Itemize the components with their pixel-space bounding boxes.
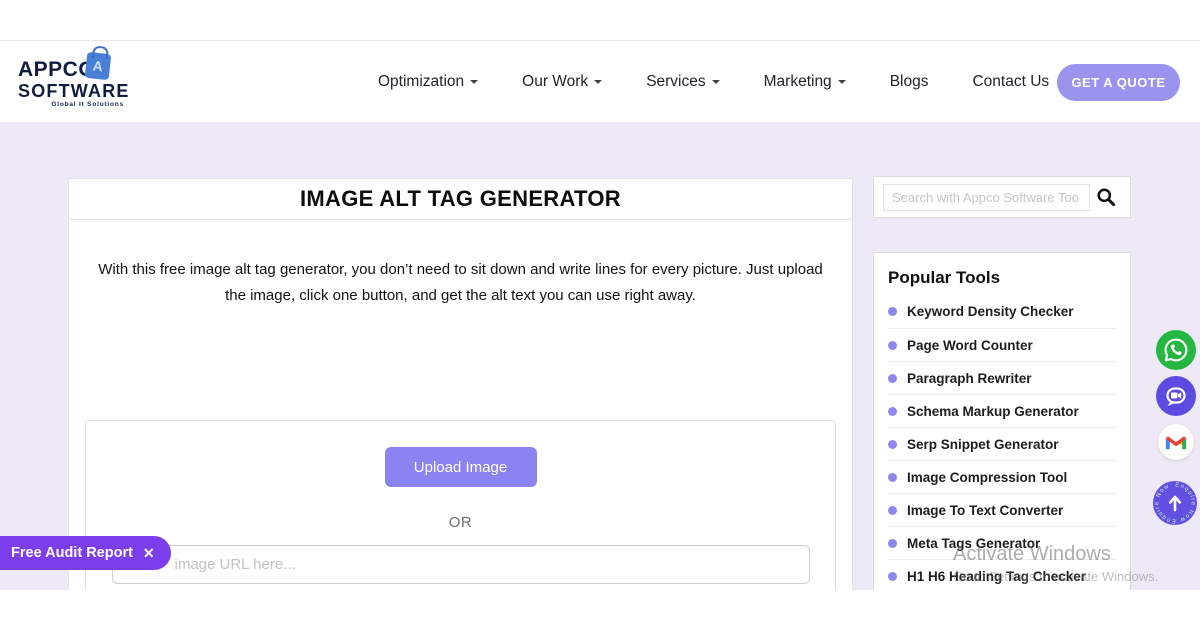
logo-appco-text: APPCO [18,58,95,81]
chevron-down-icon [712,80,720,84]
browser-chrome-strip [0,0,1200,41]
nav-item-blogs[interactable]: Blogs [890,73,929,91]
tool-search-card [873,176,1131,218]
enquire-now-icon: Enquire Now Enquire Now [1153,481,1197,525]
popular-tools-list: Keyword Density Checker Page Word Counte… [888,295,1116,590]
bag-letter: A [92,55,105,78]
page-title: IMAGE ALT TAG GENERATOR [69,179,852,220]
gmail-icon [1165,434,1187,451]
popular-tools-title: Popular Tools [888,268,1116,288]
nav-item-contact-us[interactable]: Contact Us [972,73,1049,91]
tool-link-h1-h6-heading-tag-checker[interactable]: H1 H6 Heading Tag Checker [888,559,1116,590]
tool-link-page-word-counter[interactable]: Page Word Counter [888,328,1116,361]
appco-logo[interactable]: APPCO A SOFTWARE Global It Solutions [18,59,128,108]
or-separator: OR [86,514,835,531]
search-input[interactable] [883,184,1090,211]
page: APPCO A SOFTWARE Global It Solutions Opt… [0,0,1200,628]
logo-line1: APPCO A [18,59,128,81]
search-button[interactable] [1090,182,1122,212]
nav-item-services[interactable]: Services [646,73,719,91]
tool-description: With this free image alt tag generator, … [93,257,829,309]
enquire-now-scroll-top-button[interactable]: Enquire Now Enquire Now [1153,481,1197,530]
chevron-down-icon [470,80,478,84]
bullet-dot-icon [888,341,897,350]
logo-tagline: Global It Solutions [18,101,128,108]
gmail-button[interactable] [1158,424,1194,460]
upload-image-button[interactable]: Upload Image [385,447,537,487]
free-audit-report-label: Free Audit Report [11,545,133,561]
bullet-dot-icon [888,572,897,581]
bullet-dot-icon [888,407,897,416]
alt-tag-generator-card: IMAGE ALT TAG GENERATOR With this free i… [68,178,853,590]
bullet-dot-icon [888,307,897,316]
chevron-down-icon [838,80,846,84]
logo-software-text: SOFTWARE [18,81,128,101]
tool-link-keyword-density-checker[interactable]: Keyword Density Checker [888,295,1116,328]
tool-link-meta-tags-generator[interactable]: Meta Tags Generator [888,526,1116,559]
shopping-bag-icon: A [85,52,112,80]
chevron-down-icon [594,80,602,84]
image-url-input[interactable] [112,545,810,584]
tool-link-image-to-text-converter[interactable]: Image To Text Converter [888,493,1116,526]
free-audit-report-badge[interactable]: Free Audit Report ✕ [0,536,171,570]
whatsapp-icon [1156,330,1196,370]
tool-link-schema-markup-generator[interactable]: Schema Markup Generator [888,394,1116,427]
site-header: APPCO A SOFTWARE Global It Solutions Opt… [0,42,1200,122]
whatsapp-button[interactable] [1156,330,1196,375]
close-icon[interactable]: ✕ [143,545,155,562]
tool-link-serp-snippet-generator[interactable]: Serp Snippet Generator [888,427,1116,460]
tool-link-paragraph-rewriter[interactable]: Paragraph Rewriter [888,361,1116,394]
hero-section: IMAGE ALT TAG GENERATOR With this free i… [0,122,1200,590]
popular-tools-card: Popular Tools Keyword Density Checker Pa… [873,252,1131,590]
bullet-dot-icon [888,473,897,482]
main-nav: Optimization Our Work Services Marketing… [378,42,1049,122]
bullet-dot-icon [888,440,897,449]
bullet-dot-icon [888,374,897,383]
get-a-quote-button[interactable]: GET A QUOTE [1057,64,1180,101]
nav-item-optimization[interactable]: Optimization [378,73,478,91]
video-chat-icon [1156,376,1196,416]
upload-dropzone[interactable]: Upload Image OR [85,420,836,590]
tool-link-image-compression-tool[interactable]: Image Compression Tool [888,460,1116,493]
search-icon [1096,187,1116,207]
video-chat-button[interactable] [1156,376,1196,421]
bullet-dot-icon [888,539,897,548]
nav-item-marketing[interactable]: Marketing [764,73,846,91]
bullet-dot-icon [888,506,897,515]
nav-item-our-work[interactable]: Our Work [522,73,602,91]
